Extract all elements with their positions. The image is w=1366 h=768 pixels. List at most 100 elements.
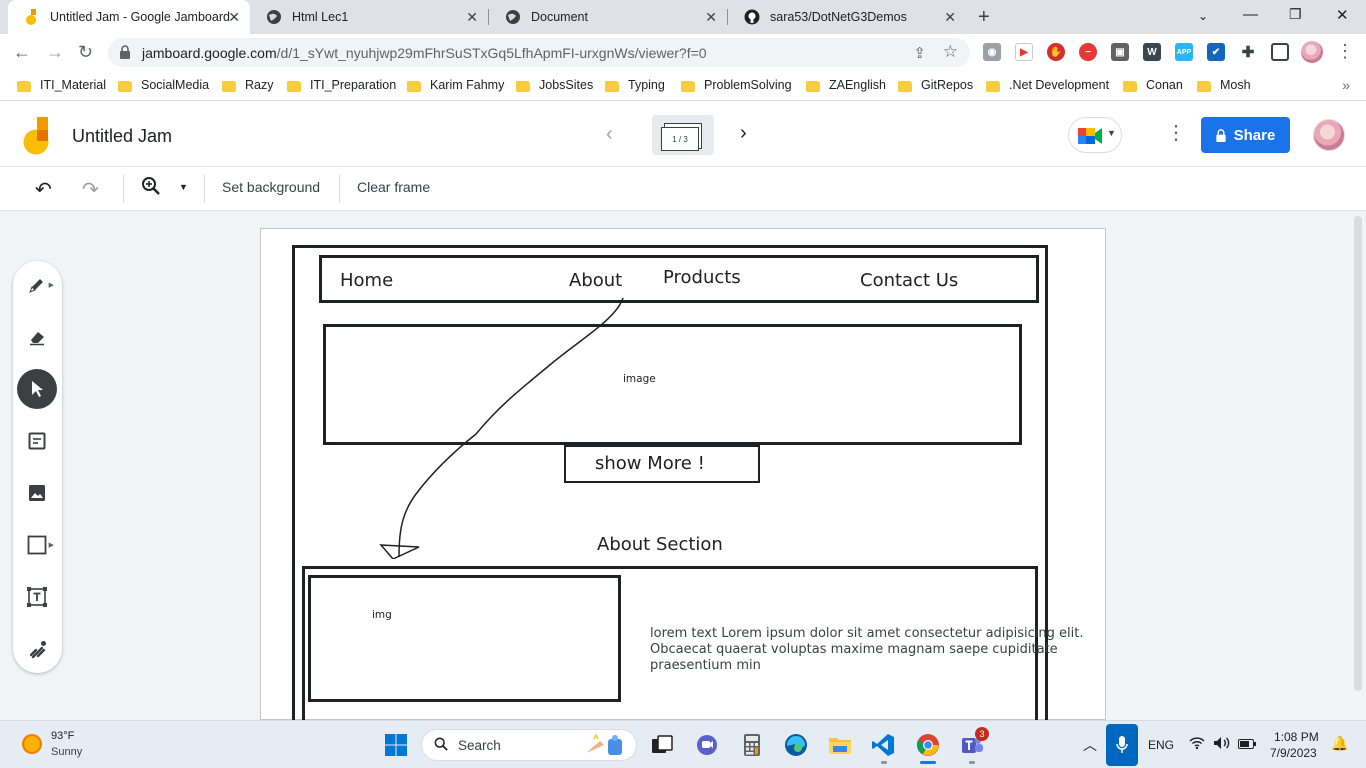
undo-icon[interactable]: ↶ xyxy=(35,177,52,202)
vertical-scrollbar[interactable] xyxy=(1354,216,1362,691)
redo-icon[interactable]: ↷ xyxy=(82,177,99,202)
teams-icon[interactable]: 3 xyxy=(960,727,989,757)
notification-bell-icon[interactable]: 🔔 xyxy=(1331,735,1348,752)
bookmark-folder[interactable]: ZAEnglish xyxy=(806,78,886,92)
close-tab-icon[interactable]: ✕ xyxy=(228,10,240,24)
forward-arrow-icon[interactable]: → xyxy=(46,42,64,63)
set-background-button[interactable]: Set background xyxy=(222,179,320,195)
previous-frame-chevron-icon[interactable]: ‹ xyxy=(606,123,613,146)
voice-typing-mic-button[interactable] xyxy=(1106,724,1138,766)
running-indicator xyxy=(881,761,887,764)
clock-date[interactable]: 7/9/2023 xyxy=(1270,746,1317,760)
text-box-icon xyxy=(27,587,47,607)
microphone-icon xyxy=(1116,736,1128,753)
block-extension-icon[interactable]: − xyxy=(1079,43,1097,61)
bookmark-folder[interactable]: Karim Fahmy xyxy=(407,78,504,92)
pen-tool[interactable]: ▶ xyxy=(17,265,57,305)
wifi-icon[interactable] xyxy=(1189,736,1205,753)
profile-avatar-icon[interactable] xyxy=(1301,41,1323,63)
bookmark-folder[interactable]: JobsSites xyxy=(516,78,593,92)
minimize-icon[interactable]: — xyxy=(1243,6,1258,23)
frame-bar-toggle[interactable]: 1 / 3 xyxy=(652,115,714,155)
meet-present-button[interactable]: ▼ xyxy=(1068,117,1122,153)
close-tab-icon[interactable]: ✕ xyxy=(466,10,478,24)
reload-icon[interactable]: ↻ xyxy=(78,42,93,63)
lorem-line: praesentium min xyxy=(650,658,761,673)
file-explorer-icon[interactable] xyxy=(828,733,852,757)
sun-weather-icon[interactable] xyxy=(22,734,42,754)
bookmark-folder[interactable]: SocialMedia xyxy=(118,78,209,92)
taskbar-search-box[interactable]: Search xyxy=(421,729,637,761)
edge-browser-icon[interactable] xyxy=(784,733,808,757)
clock-time[interactable]: 1:08 PM xyxy=(1274,730,1319,744)
bookmark-folder[interactable]: Mosh xyxy=(1197,78,1251,92)
zoom-icon[interactable] xyxy=(141,176,161,202)
task-view-icon[interactable] xyxy=(650,733,674,757)
bookmark-folder[interactable]: Typing xyxy=(605,78,665,92)
more-options-kebab-icon[interactable]: ⋮ xyxy=(1166,123,1186,143)
tab-search-chevron-icon[interactable]: ⌄ xyxy=(1198,9,1208,23)
bookmark-folder[interactable]: GitRepos xyxy=(898,78,973,92)
camera-extension-icon[interactable]: ◉ xyxy=(983,43,1001,61)
extensions-puzzle-icon[interactable]: ✚ xyxy=(1239,43,1257,61)
bookmark-folder[interactable]: Razy xyxy=(222,78,273,92)
close-tab-icon[interactable]: ✕ xyxy=(705,10,717,24)
windows-start-icon[interactable] xyxy=(384,733,408,757)
vscode-icon[interactable] xyxy=(871,733,895,757)
restore-icon[interactable]: ❐ xyxy=(1289,6,1302,23)
clear-frame-button[interactable]: Clear frame xyxy=(357,179,430,195)
chrome-icon[interactable] xyxy=(916,733,940,757)
bookmark-folder[interactable]: ITI_Preparation xyxy=(287,78,396,92)
shield-extension-icon[interactable]: ✔ xyxy=(1207,43,1225,61)
zoom-dropdown-chevron-icon[interactable]: ▼ xyxy=(179,182,188,192)
reader-extension-icon[interactable]: ▣ xyxy=(1111,43,1129,61)
volume-icon[interactable] xyxy=(1213,736,1231,753)
weather-condition[interactable]: Sunny xyxy=(51,746,82,758)
side-panel-icon[interactable] xyxy=(1271,43,1289,61)
jamboard-logo-icon[interactable] xyxy=(23,117,51,155)
bookmark-folder[interactable]: .Net Development xyxy=(986,78,1109,92)
adblock-extension-icon[interactable]: ✋ xyxy=(1047,43,1065,61)
media-extension-icon[interactable]: ▶ xyxy=(1015,43,1033,61)
tab-html-lec1[interactable]: Html Lec1 ✕ xyxy=(250,0,488,34)
more-bookmarks-chevron-icon[interactable]: » xyxy=(1342,77,1350,93)
chat-icon[interactable] xyxy=(695,733,719,757)
tab-untitled-jam[interactable]: Untitled Jam - Google Jamboard ✕ xyxy=(8,0,250,34)
sticky-note-tool[interactable] xyxy=(17,421,57,461)
url-omnibox[interactable]: jamboard.google.com/d/1_sYwt_nyuhjwp29mF… xyxy=(108,38,970,67)
next-frame-chevron-icon[interactable]: › xyxy=(740,122,747,145)
browser-menu-kebab-icon[interactable]: ⋮ xyxy=(1336,41,1354,62)
tab-document[interactable]: Document ✕ xyxy=(489,0,727,34)
square-shape-icon xyxy=(27,535,47,555)
folder-icon xyxy=(516,80,530,92)
bookmark-folder[interactable]: ITI_Material xyxy=(17,78,106,92)
jam-frame[interactable]: Home About Products Contact Us image sho… xyxy=(260,228,1106,720)
image-tool[interactable] xyxy=(17,473,57,513)
new-tab-plus-icon[interactable]: + xyxy=(978,6,990,29)
app-extension-icon[interactable]: APP xyxy=(1175,43,1193,61)
tab-github-repo[interactable]: sara53/DotNetG3Demos ✕ xyxy=(728,0,966,34)
jam-title[interactable]: Untitled Jam xyxy=(72,126,172,147)
window-close-icon[interactable]: ✕ xyxy=(1336,6,1349,24)
share-button[interactable]: Share xyxy=(1201,117,1290,153)
input-language[interactable]: ENG xyxy=(1148,738,1174,752)
bookmark-folder[interactable]: Conan xyxy=(1123,78,1183,92)
text-box-tool[interactable] xyxy=(17,577,57,617)
laser-tool[interactable] xyxy=(17,629,57,669)
word-extension-icon[interactable]: W xyxy=(1143,43,1161,61)
google-meet-icon xyxy=(1078,128,1102,144)
weather-temperature[interactable]: 93°F xyxy=(51,730,74,742)
bookmark-star-icon[interactable]: ☆ xyxy=(943,42,958,62)
eraser-tool[interactable] xyxy=(17,317,57,357)
show-hidden-icons-chevron-icon[interactable]: ︿ xyxy=(1083,735,1097,755)
bookmark-folder[interactable]: ProblemSolving xyxy=(681,78,792,92)
account-avatar[interactable] xyxy=(1313,119,1345,151)
back-arrow-icon[interactable]: ← xyxy=(13,42,31,63)
freehand-arrow-stroke xyxy=(379,297,624,559)
calculator-icon[interactable] xyxy=(740,733,764,757)
select-tool[interactable] xyxy=(17,369,57,409)
close-tab-icon[interactable]: ✕ xyxy=(944,10,956,24)
share-page-icon[interactable]: ⇪ xyxy=(913,44,926,62)
battery-icon[interactable] xyxy=(1238,738,1256,752)
shape-tool[interactable]: ▶ xyxy=(17,525,57,565)
